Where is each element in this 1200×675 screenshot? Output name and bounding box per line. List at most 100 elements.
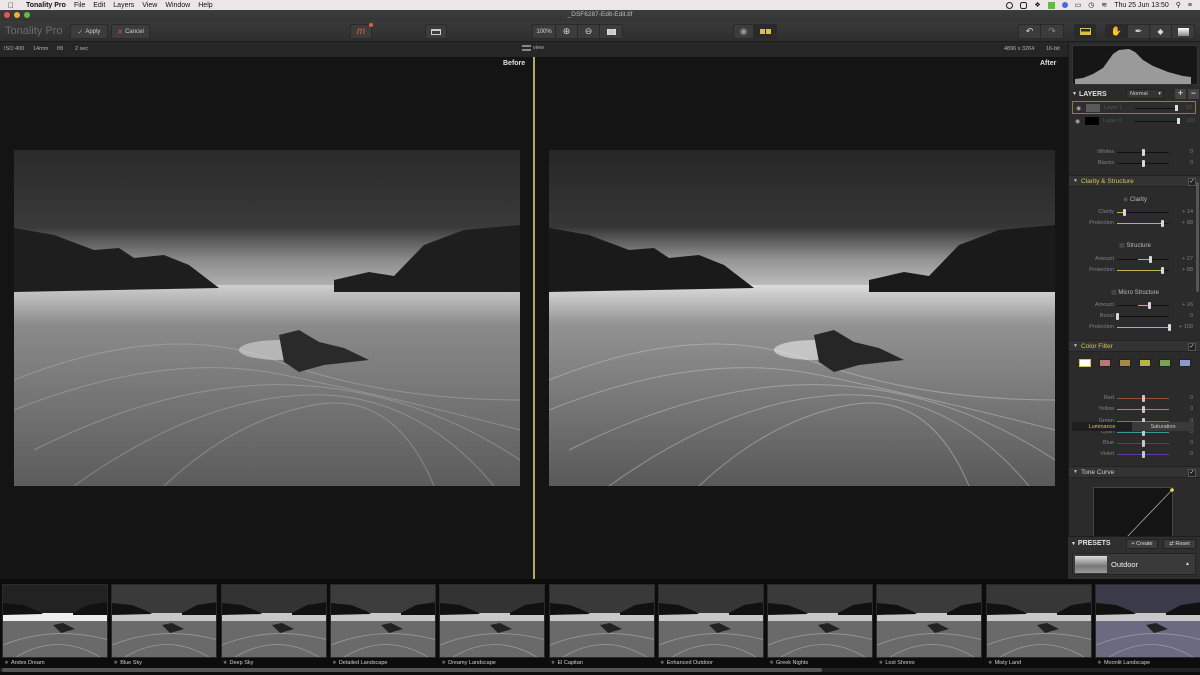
slider-knob[interactable] (1115, 313, 1119, 320)
favorite-star-icon[interactable]: ★ (4, 660, 9, 666)
preset-thumbnail[interactable] (876, 584, 983, 658)
favorite-star-icon[interactable]: ★ (878, 660, 883, 666)
preview-eye-icon[interactable]: ◉ (734, 25, 754, 38)
time-machine-icon[interactable]: ◷ (1088, 1, 1094, 9)
create-preset-button[interactable]: + Create (1126, 539, 1158, 549)
expand-arrow-icon[interactable]: ▲ (1185, 561, 1190, 567)
histogram-icon[interactable] (1075, 25, 1095, 38)
slider-knob[interactable] (1161, 220, 1165, 227)
status-cloud-icon[interactable] (1020, 1, 1028, 9)
menu-layers[interactable]: Layers (113, 2, 134, 9)
apple-menu-icon[interactable]:  (8, 1, 20, 10)
menu-view[interactable]: View (142, 2, 157, 9)
color-filter-swatch[interactable] (1179, 359, 1191, 367)
menu-window[interactable]: Window (165, 2, 190, 9)
clock[interactable]: Thu 25 Jun 13:50 (1114, 2, 1169, 9)
preset-label[interactable]: ★ Dreamy Landscape (441, 660, 496, 666)
slider-knob[interactable] (1141, 160, 1145, 167)
preset-label[interactable]: ★ Moonlit Landscape (1097, 660, 1150, 666)
slider-track[interactable] (1117, 209, 1169, 216)
layer-visibility-eye-icon[interactable]: ◉ (1075, 118, 1080, 125)
slider-track[interactable] (1117, 160, 1169, 167)
preset-thumbnail[interactable] (1095, 584, 1200, 658)
slider-track[interactable] (1117, 451, 1169, 458)
preset-label[interactable]: ★ Greek Nights (769, 660, 808, 666)
slider-track[interactable] (1117, 149, 1169, 156)
slider-knob[interactable] (1148, 302, 1152, 309)
slider-track[interactable] (1117, 429, 1169, 436)
hand-tool-icon[interactable]: ✋ (1106, 25, 1128, 38)
layer-row[interactable]: ◉ Layer 1 93 (1072, 101, 1196, 114)
slider-knob[interactable] (1148, 256, 1152, 263)
current-preset-selector[interactable]: Outdoor ▲ (1072, 553, 1196, 575)
preset-thumbnail[interactable] (439, 584, 546, 658)
preset-thumbnail[interactable] (548, 584, 655, 658)
color-filter-swatch[interactable] (1159, 359, 1171, 367)
slider-track[interactable] (1115, 313, 1169, 320)
undo-icon[interactable]: ↶ (1019, 25, 1041, 38)
preset-thumbnail[interactable] (2, 584, 108, 658)
wifi-icon[interactable]: ≋ (1101, 1, 1107, 9)
remove-layer-button[interactable]: − (1188, 89, 1199, 99)
favorite-star-icon[interactable]: ★ (113, 660, 118, 666)
slider-track[interactable] (1117, 220, 1169, 227)
layer-visibility-eye-icon[interactable]: ◉ (1076, 105, 1081, 112)
preset-label[interactable]: ★ Lost Shores (878, 660, 914, 666)
blend-mode-select[interactable]: Normal ▾ (1126, 89, 1164, 99)
eraser-tool-icon[interactable]: ◆ (1150, 25, 1172, 38)
eye-icon[interactable]: ◉ (1123, 197, 1130, 203)
favorite-star-icon[interactable]: ★ (988, 660, 993, 666)
preset-thumbnail[interactable] (220, 584, 327, 658)
spotlight-search-icon[interactable]: ⚲ (1176, 1, 1181, 9)
menu-file[interactable]: File (74, 2, 85, 9)
zoom-in-icon[interactable]: ⊕ (556, 25, 578, 38)
favorite-star-icon[interactable]: ★ (1097, 660, 1102, 666)
macphun-logo-button[interactable]: m (350, 23, 373, 39)
preset-thumbnail[interactable] (657, 584, 764, 658)
tone-curve-section-header[interactable]: ▼ Tone Curve ✓ (1069, 466, 1200, 478)
collapse-triangle-icon[interactable]: ▼ (1073, 343, 1078, 349)
filmstrip-scrollbar[interactable] (0, 668, 1200, 672)
zoom-out-icon[interactable]: ⊖ (578, 25, 600, 38)
preset-label[interactable]: ★ Deep Sky (223, 660, 254, 666)
preset-label[interactable]: ★ Misty Land (988, 660, 1022, 666)
color-filter-swatch[interactable] (1099, 359, 1111, 367)
favorite-star-icon[interactable]: ★ (223, 660, 228, 666)
slider-knob[interactable] (1141, 395, 1145, 402)
slider-knob[interactable] (1161, 267, 1165, 274)
slider-track[interactable] (1117, 406, 1169, 413)
preset-label[interactable]: ★ Enhanced Outdoor (660, 660, 713, 666)
cancel-button[interactable]: ✕ Cancel (111, 24, 150, 39)
slider-knob[interactable] (1141, 406, 1145, 413)
status-info-icon[interactable] (1006, 1, 1014, 9)
section-enabled-checkbox[interactable]: ✓ (1188, 469, 1196, 477)
reset-preset-button[interactable]: ⇄ Reset (1163, 539, 1196, 549)
clarity-structure-section-header[interactable]: ▼ Clarity & Structure ✓ (1069, 175, 1200, 187)
toggle-panels-button[interactable] (425, 24, 447, 39)
color-filter-swatch[interactable] (1139, 359, 1151, 367)
collapse-triangle-icon[interactable]: ▼ (1071, 541, 1076, 547)
split-view-icon[interactable] (754, 25, 776, 38)
section-enabled-checkbox[interactable]: ✓ (1188, 178, 1196, 186)
layer-row[interactable]: ◉ Layer 0 100 (1072, 115, 1196, 127)
menu-help[interactable]: Help (198, 2, 212, 9)
gradient-tool-icon[interactable] (1172, 25, 1194, 38)
slider-knob[interactable] (1141, 451, 1145, 458)
preset-thumbnail[interactable] (329, 584, 436, 658)
airplay-icon[interactable]: ▭ (1075, 1, 1082, 9)
collapse-triangle-icon[interactable]: ▼ (1072, 91, 1077, 97)
preset-label[interactable]: ★ Blue Sky (113, 660, 142, 666)
fit-to-screen-icon[interactable] (600, 25, 622, 38)
slider-track[interactable] (1117, 324, 1171, 331)
section-enabled-checkbox[interactable]: ✓ (1188, 343, 1196, 351)
preset-label[interactable]: ★ Detailed Landscape (332, 660, 388, 666)
preset-thumbnail[interactable] (111, 584, 218, 658)
favorite-star-icon[interactable]: ★ (441, 660, 446, 666)
apply-button[interactable]: ✓ Apply (70, 24, 108, 39)
brush-tool-icon[interactable]: ✒ (1128, 25, 1150, 38)
tab-luminance[interactable]: Luminance (1072, 422, 1132, 431)
slider-track[interactable] (1117, 302, 1169, 309)
zoom-100-button[interactable]: 100% (533, 25, 556, 38)
slider-knob[interactable] (1141, 440, 1145, 447)
color-filter-swatch[interactable] (1119, 359, 1131, 367)
